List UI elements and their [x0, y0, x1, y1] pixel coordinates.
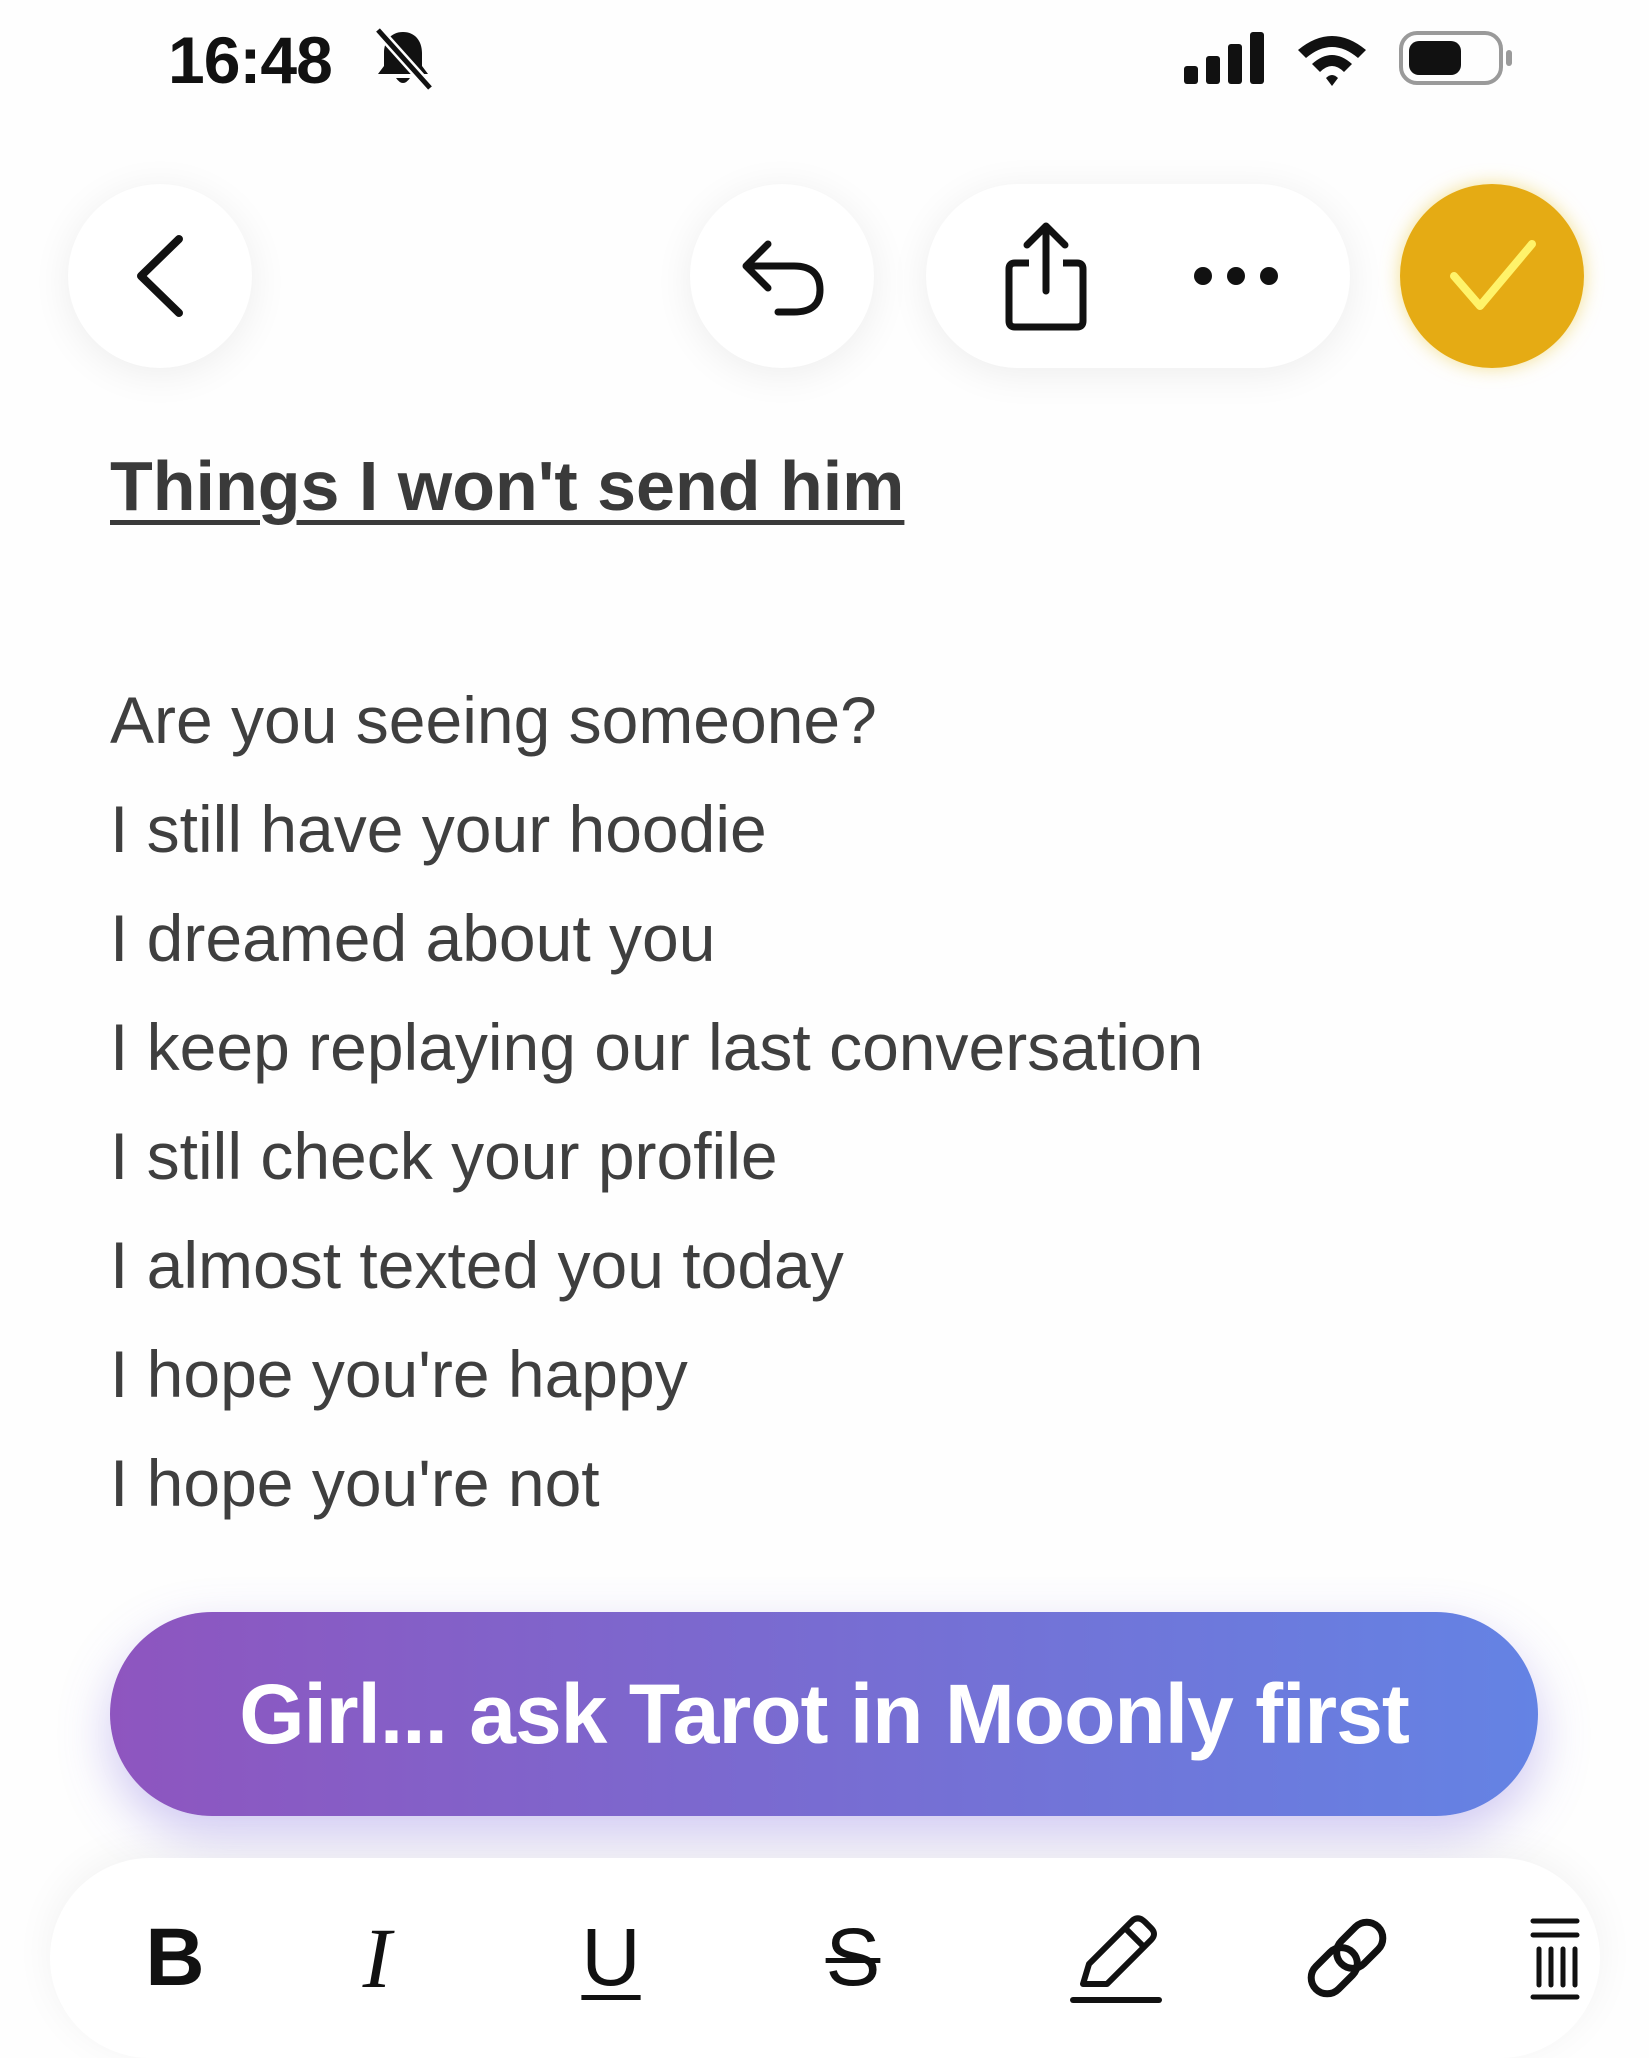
- back-button[interactable]: [68, 184, 252, 368]
- strikethrough-button[interactable]: S: [778, 1858, 928, 2058]
- list-icon: [1530, 1918, 1580, 2000]
- cellular-signal-icon: [1184, 32, 1264, 84]
- more-icon: [1194, 267, 1278, 285]
- format-toolbar: B I U S: [50, 1858, 1600, 2058]
- note-line: I still have your hoodie: [110, 792, 767, 866]
- list-button[interactable]: [1480, 1858, 1630, 2058]
- checkmark-icon: [1450, 240, 1536, 310]
- done-button[interactable]: [1400, 184, 1584, 368]
- note-line: I almost texted you today: [110, 1228, 844, 1302]
- note-line: I dreamed about you: [110, 901, 716, 975]
- share-icon: [1005, 222, 1087, 331]
- note-line: I hope you're happy: [110, 1337, 688, 1411]
- note-line: I keep replaying our last conversation: [110, 1010, 1204, 1084]
- highlighter-button[interactable]: [1040, 1858, 1190, 2058]
- bold-button[interactable]: B: [100, 1858, 250, 2058]
- underline-button[interactable]: U: [536, 1858, 686, 2058]
- link-button[interactable]: [1272, 1858, 1422, 2058]
- note-line: I still check your profile: [110, 1119, 778, 1193]
- status-bar: 16:48: [0, 0, 1649, 120]
- note-line: I hope you're not: [110, 1446, 600, 1520]
- bell-slash-icon: [374, 26, 434, 92]
- more-button[interactable]: [1166, 206, 1306, 346]
- moonly-tarot-cta-button[interactable]: Girl... ask Tarot in Moonly first: [110, 1612, 1538, 1816]
- status-time: 16:48: [168, 23, 333, 97]
- note-title[interactable]: Things I won't send him: [110, 446, 904, 526]
- share-button[interactable]: [976, 206, 1116, 346]
- highlighter-icon: [1070, 1915, 1162, 2003]
- battery-icon: [1399, 31, 1512, 85]
- chevron-left-icon: [137, 235, 183, 317]
- italic-button[interactable]: I: [302, 1858, 452, 2058]
- wifi-icon: [1298, 36, 1366, 86]
- share-more-group: [926, 184, 1350, 368]
- undo-icon: [742, 240, 824, 316]
- note-body[interactable]: Are you seeing someone? I still have you…: [110, 666, 1530, 1538]
- note-line: Are you seeing someone?: [110, 683, 877, 757]
- link-icon: [1307, 1918, 1387, 1998]
- undo-button[interactable]: [690, 184, 874, 368]
